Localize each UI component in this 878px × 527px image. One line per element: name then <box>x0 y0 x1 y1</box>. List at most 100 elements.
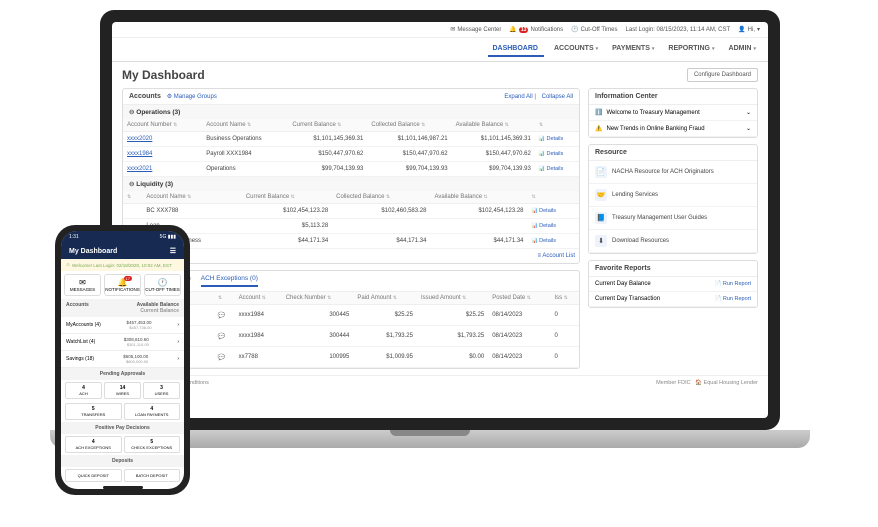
phone-screen: 1:315G ▮▮▮ My Dashboard☰ ⚠ Welcome! Last… <box>61 231 184 489</box>
notifications-link[interactable]: 🔔13 Notifications <box>509 26 563 33</box>
phone-account-row[interactable]: Savings (18)$605,100.00$600,000.00› <box>61 351 184 368</box>
table-row: Loan$5,113.28Details <box>123 219 579 234</box>
laptop-frame: ✉ Message Center 🔔13 Notifications 🕐 Cut… <box>90 10 790 490</box>
details-link[interactable]: Details <box>528 219 579 234</box>
details-link[interactable]: Details <box>535 162 579 177</box>
phone-stat-cell[interactable]: 3USERS <box>143 382 180 399</box>
phone-pospay-header: Positive Pay Decisions <box>95 425 149 431</box>
exceptions-panel: Check Exceptions (4) ACH Exceptions (0) … <box>122 270 580 369</box>
comment-icon[interactable]: 💬 <box>214 347 235 368</box>
operations-table: Account NumberAccount NameCurrent Balanc… <box>123 119 579 177</box>
group-operations[interactable]: Operations (3) <box>123 105 579 119</box>
resource-lending[interactable]: 🤝Lending Services <box>589 184 757 207</box>
laptop-screen: ✉ Message Center 🔔13 Notifications 🕐 Cut… <box>100 10 780 430</box>
last-login: Last Login: 08/15/2023, 11:14 AM, CST <box>626 27 731 33</box>
nav-accounts[interactable]: ACCOUNTS <box>550 42 602 57</box>
chevron-down-icon: ⌄ <box>746 109 751 116</box>
phone-account-row[interactable]: WatchList (4)$308,810.60$301,110.00› <box>61 334 184 351</box>
table-row: xxxx2021Operations$99,704,139.93$99,704,… <box>123 162 579 177</box>
topbar: ✉ Message Center 🔔13 Notifications 🕐 Cut… <box>112 22 768 38</box>
accounts-panel: Accounts ⚙ Manage Groups Expand All | Co… <box>122 88 580 264</box>
report-day-balance: Current Day Balance📄 Run Report <box>589 277 757 292</box>
exception-row: Select a Reason💬xxxx1984300444$1,793.25$… <box>123 326 579 347</box>
nav-admin[interactable]: ADMIN <box>725 42 760 57</box>
reports-panel: Favorite Reports Current Day Balance📄 Ru… <box>588 260 758 308</box>
account-link[interactable]: xxxx2020 <box>127 136 152 142</box>
warning-icon: ⚠️ <box>595 126 602 132</box>
phone-stat-cell[interactable]: 4ACH EXCEPTIONS <box>65 436 122 453</box>
nav-reporting[interactable]: REPORTING <box>664 42 718 57</box>
account-list-link[interactable]: ≡ Account List <box>123 249 579 263</box>
phone-messages-button[interactable]: ✉MESSAGES <box>64 274 101 296</box>
book-icon: 📘 <box>595 212 607 224</box>
phone-notifications-button[interactable]: 🔔17NOTIFICATIONS <box>104 274 141 296</box>
menu-icon[interactable]: ☰ <box>170 247 176 255</box>
phone-stat-cell[interactable]: 5CHECK EXCEPTIONS <box>124 436 181 453</box>
manage-groups-link[interactable]: ⚙ Manage Groups <box>167 94 217 100</box>
resource-guides[interactable]: 📘Treasury Management User Guides <box>589 207 757 230</box>
page-header: My Dashboard Configure Dashboard <box>112 62 768 88</box>
main-nav: DASHBOARD ACCOUNTS PAYMENTS REPORTING AD… <box>112 38 768 62</box>
run-report-link[interactable]: 📄 Run Report <box>714 296 751 302</box>
page-title: My Dashboard <box>122 68 205 82</box>
exception-row: Select a Reason💬xxxx1984300445$25.25$25.… <box>123 305 579 326</box>
phone-frame: 1:315G ▮▮▮ My Dashboard☰ ⚠ Welcome! Last… <box>55 225 190 495</box>
configure-button[interactable]: Configure Dashboard <box>687 68 758 82</box>
details-link[interactable]: Details <box>535 147 579 162</box>
exception-row: Select a Reason💬xx7788100995$1,009.95$0.… <box>123 347 579 368</box>
comment-icon[interactable]: 💬 <box>214 326 235 347</box>
comment-icon[interactable]: 💬 <box>214 305 235 326</box>
chevron-down-icon: ⌄ <box>746 125 751 132</box>
nav-dashboard[interactable]: DASHBOARD <box>488 42 544 57</box>
phone-cutoff-button[interactable]: 🕐CUT-OFF TIMES <box>144 274 181 296</box>
details-link[interactable]: Details <box>535 132 579 147</box>
table-row: xxxx1984Payroll XXX1984$150,447,970.62$1… <box>123 147 579 162</box>
resource-nacha[interactable]: 📄NACHA Resource for ACH Originators <box>589 161 757 184</box>
table-row: BC XXX788$102,454,123.28$102,460,583.28$… <box>123 204 579 219</box>
download-icon: ⬇ <box>595 235 607 247</box>
reports-title: Favorite Reports <box>589 261 757 277</box>
details-link[interactable]: Details <box>528 204 579 219</box>
chevron-right-icon: › <box>177 339 179 345</box>
phone-batch-deposit[interactable]: BATCH DEPOSIT <box>124 469 181 482</box>
account-link[interactable]: xxxx1984 <box>127 151 152 157</box>
exceptions-table: Return ReasonsAccountCheck NumberPaid Am… <box>123 292 579 368</box>
details-link[interactable]: Details <box>528 234 579 249</box>
resource-title: Resource <box>589 145 757 161</box>
phone-deposits-header: Deposits <box>112 458 133 464</box>
lending-icon: 🤝 <box>595 189 607 201</box>
phone-account-row[interactable]: MyAccounts (4)$457,453.00$457,736.00› <box>61 317 184 334</box>
phone-accounts-header: Accounts <box>66 302 89 314</box>
nav-payments[interactable]: PAYMENTS <box>608 42 658 57</box>
phone-stat-cell[interactable]: 4ACH <box>65 382 102 399</box>
info-icon: ℹ️ <box>595 110 602 116</box>
liquidity-table: Account NameCurrent BalanceCollected Bal… <box>123 191 579 249</box>
resource-download[interactable]: ⬇Download Resources <box>589 230 757 253</box>
phone-quick-deposit[interactable]: QUICK DEPOSIT <box>65 469 122 482</box>
info-center-panel: Information Center ℹ️Welcome to Treasury… <box>588 88 758 138</box>
message-center-link[interactable]: ✉ Message Center <box>450 26 501 33</box>
phone-stat-cell[interactable]: 14WIRES <box>104 382 141 399</box>
info-fraud[interactable]: ⚠️New Trends in Online Banking Fraud⌄ <box>589 121 757 137</box>
phone-stat-cell[interactable]: 4LOAN PAYMENTS <box>124 403 181 420</box>
doc-icon: 📄 <box>595 166 607 178</box>
chevron-right-icon: › <box>177 322 179 328</box>
account-link[interactable]: xxxx2021 <box>127 166 152 172</box>
phone-last-login: ⚠ Welcome! Last Login: 02/18/2020, 10:02… <box>61 259 184 271</box>
report-day-transaction: Current Day Transaction📄 Run Report <box>589 292 757 307</box>
collapse-all-link[interactable]: Collapse All <box>542 94 573 100</box>
phone-stat-cell[interactable]: 5TRANSFERS <box>65 403 122 420</box>
info-welcome[interactable]: ℹ️Welcome to Treasury Management⌄ <box>589 105 757 121</box>
notif-badge: 13 <box>519 27 529 33</box>
user-menu[interactable]: 👤 Hi, ▾ <box>738 26 760 33</box>
clock-icon: 🕐 <box>145 278 180 287</box>
group-liquidity[interactable]: Liquidity (3) <box>123 177 579 191</box>
cutoff-link[interactable]: 🕐 Cut-Off Times <box>571 26 617 33</box>
home-indicator <box>103 486 143 489</box>
tab-ach-exceptions[interactable]: ACH Exceptions (0) <box>201 275 258 287</box>
table-row: xxxx2020Business Operations$1,101,145,36… <box>123 132 579 147</box>
run-report-link[interactable]: 📄 Run Report <box>714 281 751 287</box>
accounts-title: Accounts <box>129 93 161 100</box>
expand-all-link[interactable]: Expand All <box>504 94 532 100</box>
table-row: Secondary Business$44,171.34$44,171.34$4… <box>123 234 579 249</box>
